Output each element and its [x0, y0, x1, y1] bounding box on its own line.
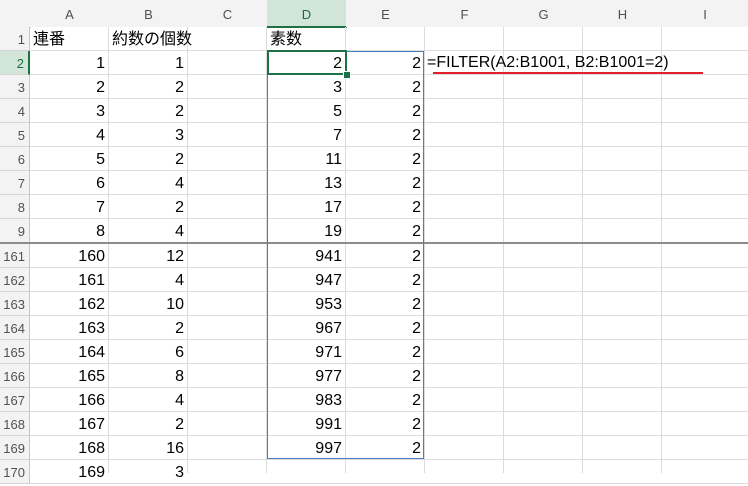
row-header-169[interactable]: 169 — [0, 436, 30, 460]
row-header-2[interactable]: 2 — [0, 51, 30, 75]
cell-a1[interactable]: 連番 — [30, 27, 109, 51]
spreadsheet-grid[interactable]: ABCDEFGHI 1 連番 約数の個数 素数 2 1 1 2 2 3 2 2 3 2 4 3 2 5 2 5 4 3 7 2… — [0, 0, 748, 484]
column-header-d[interactable]: D — [267, 0, 347, 28]
active-cell-d2[interactable] — [267, 50, 347, 75]
cell-a5[interactable]: 4 — [30, 123, 109, 147]
cell-a170[interactable]: 169 — [30, 460, 109, 484]
row-header-8[interactable]: 8 — [0, 195, 30, 219]
cell-d1[interactable]: 素数 — [267, 27, 346, 51]
cell-a163[interactable]: 162 — [30, 292, 109, 316]
row-header-163[interactable]: 163 — [0, 292, 30, 316]
cell-b167[interactable]: 4 — [109, 388, 188, 412]
select-all-corner[interactable] — [0, 0, 31, 28]
column-header-g[interactable]: G — [504, 0, 584, 27]
column-header-a[interactable]: A — [30, 0, 110, 27]
row-header-170[interactable]: 170 — [0, 460, 30, 484]
cell-b169[interactable]: 16 — [109, 436, 188, 460]
row-header-4[interactable]: 4 — [0, 99, 30, 123]
column-header-c[interactable]: C — [188, 0, 268, 27]
row-header-1[interactable]: 1 — [0, 27, 30, 51]
cell-a162[interactable]: 161 — [30, 268, 109, 292]
cell-a164[interactable]: 163 — [30, 316, 109, 340]
cell-a7[interactable]: 6 — [30, 171, 109, 195]
row-header-164[interactable]: 164 — [0, 316, 30, 340]
cell-b4[interactable]: 2 — [109, 99, 188, 123]
fill-handle[interactable] — [343, 71, 351, 79]
cell-b163[interactable]: 10 — [109, 292, 188, 316]
row-header-5[interactable]: 5 — [0, 123, 30, 147]
cell-a161[interactable]: 160 — [30, 244, 109, 268]
row-header-166[interactable]: 166 — [0, 364, 30, 388]
formula-underline — [433, 72, 703, 74]
cell-b1[interactable]: 約数の個数 — [109, 27, 192, 51]
cell-b168[interactable]: 2 — [109, 412, 188, 436]
cell-a4[interactable]: 3 — [30, 99, 109, 123]
cell-a9[interactable]: 8 — [30, 219, 109, 243]
cell-b6[interactable]: 2 — [109, 147, 188, 171]
column-header-b[interactable]: B — [109, 0, 189, 27]
column-header-h[interactable]: H — [583, 0, 663, 27]
cell-b9[interactable]: 4 — [109, 219, 188, 243]
row-header-3[interactable]: 3 — [0, 75, 30, 99]
row-header-165[interactable]: 165 — [0, 340, 30, 364]
row-header-168[interactable]: 168 — [0, 412, 30, 436]
column-header-f[interactable]: F — [425, 0, 505, 27]
cell-b164[interactable]: 2 — [109, 316, 188, 340]
column-header-e[interactable]: E — [346, 0, 426, 27]
cell-b8[interactable]: 2 — [109, 195, 188, 219]
cell-a3[interactable]: 2 — [30, 75, 109, 99]
cell-a167[interactable]: 166 — [30, 388, 109, 412]
cell-b166[interactable]: 8 — [109, 364, 188, 388]
cell-a169[interactable]: 168 — [30, 436, 109, 460]
cell-b5[interactable]: 3 — [109, 123, 188, 147]
row-header-9[interactable]: 9 — [0, 219, 30, 243]
spill-range-border — [267, 51, 424, 459]
row-header-6[interactable]: 6 — [0, 147, 30, 171]
row-header-161[interactable]: 161 — [0, 244, 30, 268]
cell-a2[interactable]: 1 — [30, 51, 109, 75]
row-header-167[interactable]: 167 — [0, 388, 30, 412]
row-header-162[interactable]: 162 — [0, 268, 30, 292]
column-header-i[interactable]: I — [662, 0, 748, 27]
cell-a168[interactable]: 167 — [30, 412, 109, 436]
cell-b3[interactable]: 2 — [109, 75, 188, 99]
column-gridline — [503, 27, 504, 473]
cell-b2[interactable]: 1 — [109, 51, 188, 75]
cell-b161[interactable]: 12 — [109, 244, 188, 268]
cell-b162[interactable]: 4 — [109, 268, 188, 292]
cell-b165[interactable]: 6 — [109, 340, 188, 364]
column-gridline — [582, 27, 583, 473]
cell-a8[interactable]: 7 — [30, 195, 109, 219]
cell-b170[interactable]: 3 — [109, 460, 188, 484]
cell-a166[interactable]: 165 — [30, 364, 109, 388]
column-gridline — [661, 27, 662, 473]
row-header-7[interactable]: 7 — [0, 171, 30, 195]
cell-b7[interactable]: 4 — [109, 171, 188, 195]
cell-a165[interactable]: 164 — [30, 340, 109, 364]
cell-a6[interactable]: 5 — [30, 147, 109, 171]
